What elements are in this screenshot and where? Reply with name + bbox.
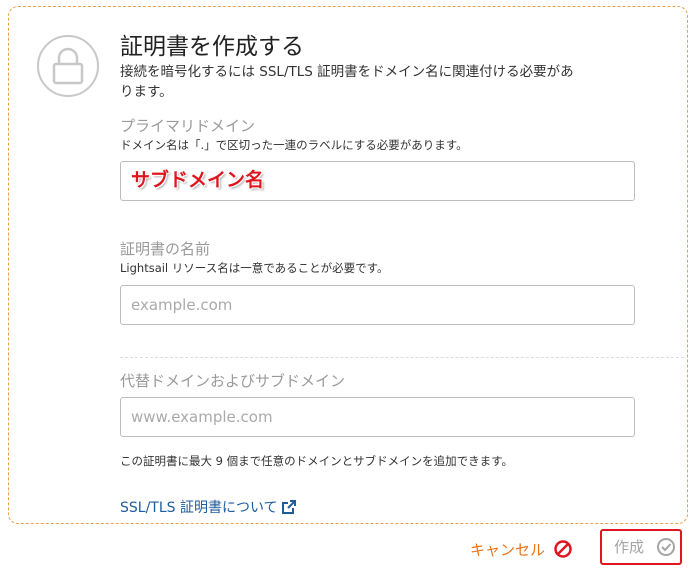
cancel-button[interactable]: キャンセル	[470, 538, 573, 562]
create-certificate-panel: 証明書を作成する 接続を暗号化するには SSL/TLS 証明書をドメイン名に関連…	[8, 6, 688, 524]
lock-icon	[37, 35, 99, 97]
alternate-domains-placeholder: www.example.com	[131, 408, 273, 426]
certificate-name-label: 証明書の名前	[120, 240, 211, 258]
primary-domain-input[interactable]: サブドメイン名	[120, 161, 635, 201]
alternate-domains-note: この証明書に最大 9 個まで任意のドメインとサブドメインを追加できます。	[120, 454, 513, 468]
ssl-certificate-info-link[interactable]: SSL/TLS 証明書について	[120, 497, 296, 517]
cancel-label: キャンセル	[470, 541, 546, 559]
prohibited-icon	[554, 540, 572, 558]
page-description: 接続を暗号化するには SSL/TLS 証明書をドメイン名に関連付ける必要がありま…	[120, 64, 574, 100]
page-title: 証明書を作成する	[120, 34, 304, 60]
create-label: 作成	[614, 538, 645, 556]
alternate-domains-label: 代替ドメインおよびサブドメイン	[120, 372, 346, 390]
primary-domain-value: サブドメイン名	[131, 169, 265, 191]
create-button[interactable]: 作成	[600, 529, 682, 565]
section-divider	[120, 357, 684, 358]
external-link-icon	[281, 500, 296, 514]
check-circle-icon	[657, 538, 675, 556]
certificate-name-input[interactable]: example.com	[120, 285, 635, 325]
certificate-name-help: Lightsail リソース名は一意であることが必要です。	[120, 261, 389, 275]
ssl-certificate-info-label: SSL/TLS 証明書について	[120, 500, 278, 516]
alternate-domains-input[interactable]: www.example.com	[120, 397, 635, 437]
primary-domain-help: ドメイン名は「.」で区切った一連のラベルにする必要があります。	[120, 138, 468, 152]
primary-domain-label: プライマリドメイン	[120, 117, 256, 135]
certificate-name-placeholder: example.com	[131, 296, 233, 314]
